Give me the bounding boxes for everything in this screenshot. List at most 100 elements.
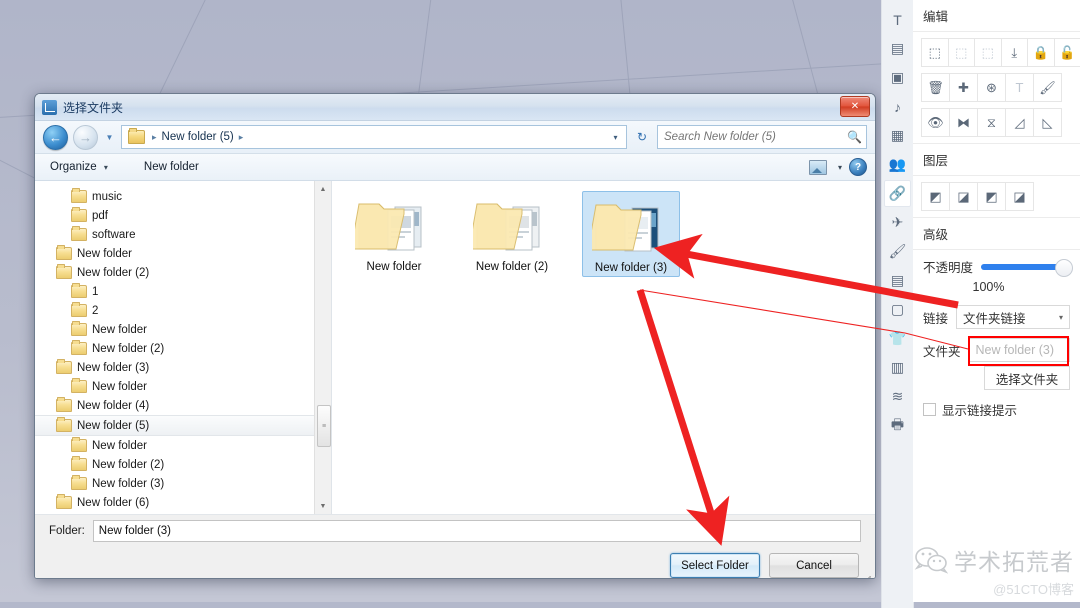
link-type-select[interactable]: 文件夹链接 ▾ xyxy=(956,305,1070,329)
align-right-icon[interactable]: ◺ xyxy=(1033,108,1062,137)
search-input[interactable] xyxy=(662,130,847,144)
send-backward-icon[interactable]: ◪ xyxy=(1005,182,1034,211)
link-type-value: 文件夹链接 xyxy=(963,308,1026,327)
change-view-icon[interactable] xyxy=(809,160,827,175)
dialog-titlebar[interactable]: 选择文件夹 ✕ xyxy=(35,94,875,121)
delete-icon[interactable]: 🗑 xyxy=(921,73,950,102)
tree-item[interactable]: 2 xyxy=(35,301,331,320)
tree-item[interactable]: New folder xyxy=(35,377,331,396)
view-chevron-down-icon[interactable]: ▾ xyxy=(838,163,842,172)
scroll-thumb[interactable]: ≡ xyxy=(317,405,331,447)
tree-item[interactable]: music xyxy=(35,187,331,206)
select-folder-button[interactable]: Select Folder xyxy=(670,553,760,578)
image-tool[interactable]: ▢ xyxy=(884,296,911,323)
folder-thumbnail xyxy=(592,195,670,259)
chart-tool[interactable]: ▦ xyxy=(884,122,911,149)
visibility-icon[interactable]: 👁 xyxy=(921,108,950,137)
reset-icon[interactable]: ⊛ xyxy=(977,73,1006,102)
tree-item[interactable]: New folder (3) xyxy=(35,474,331,493)
search-box[interactable]: 🔍 xyxy=(657,125,867,149)
cancel-button[interactable]: Cancel xyxy=(769,553,859,578)
tree-item[interactable]: New folder xyxy=(35,436,331,455)
tree-item[interactable]: New folder xyxy=(35,320,331,339)
folder-window-icon xyxy=(42,100,57,115)
tree-item-label: music xyxy=(92,191,122,203)
tree-item[interactable]: New folder (2) xyxy=(35,339,331,358)
tree-item-label: New folder (6) xyxy=(77,497,149,509)
file-item[interactable]: New folder (3) xyxy=(582,191,680,277)
organize-label: Organize xyxy=(50,161,97,173)
folder-name-input[interactable]: New folder (3) xyxy=(93,520,861,542)
tree-item[interactable]: New folder xyxy=(35,244,331,263)
back-button[interactable]: ← xyxy=(43,125,68,150)
file-item[interactable]: New folder xyxy=(346,191,442,275)
shirt-tool[interactable]: 👕 xyxy=(884,325,911,352)
opacity-slider-knob[interactable] xyxy=(1055,259,1073,277)
tree-item-label: New folder (3) xyxy=(77,362,149,374)
tree-item-label: pdf xyxy=(92,210,108,222)
add-icon[interactable]: ✚ xyxy=(949,73,978,102)
show-hint-checkbox[interactable] xyxy=(923,403,936,416)
recent-pages-icon[interactable]: ▼ xyxy=(103,126,116,149)
breadcrumb-separator-1[interactable]: ▸ xyxy=(148,132,161,143)
bring-to-front-icon[interactable]: ◩ xyxy=(921,182,950,211)
tree-item[interactable]: software xyxy=(35,225,331,244)
format-brush-icon[interactable]: 🖌 xyxy=(1033,73,1062,102)
brush-tool[interactable]: 🖌 xyxy=(884,238,911,265)
close-button[interactable]: ✕ xyxy=(840,96,870,117)
tree-item[interactable]: pdf xyxy=(35,206,331,225)
unlock-icon[interactable]: 🔓 xyxy=(1054,38,1080,67)
align-left-icon[interactable]: ◿ xyxy=(1005,108,1034,137)
flip-vertical-icon[interactable]: ⧖ xyxy=(977,108,1006,137)
tree-item[interactable]: 1 xyxy=(35,282,331,301)
people-tool[interactable]: 👥 xyxy=(884,151,911,178)
help-icon[interactable]: ? xyxy=(849,158,867,176)
callout-tool[interactable]: ▤ xyxy=(884,35,911,62)
choose-folder-button[interactable]: 选择文件夹 xyxy=(984,366,1070,390)
scroll-down-arrow[interactable]: ▼ xyxy=(315,498,331,514)
folder-field-label: Folder: xyxy=(49,525,85,537)
video-tool[interactable]: ▣ xyxy=(884,64,911,91)
ungroup-icon[interactable]: ⬚ xyxy=(948,38,976,67)
tree-item-label: 1 xyxy=(92,286,98,298)
audio-tool[interactable]: ♪ xyxy=(884,93,911,120)
group-icon[interactable]: ⬚ xyxy=(921,38,949,67)
new-folder-button[interactable]: New folder xyxy=(137,158,206,176)
plane-tool[interactable]: ✈ xyxy=(884,209,911,236)
folder-thumbnail xyxy=(473,194,551,258)
tree-item[interactable]: New folder (6) xyxy=(35,493,331,512)
lock-icon[interactable]: 🔒 xyxy=(1027,38,1055,67)
scroll-up-arrow[interactable]: ▲ xyxy=(315,181,331,197)
bring-forward-icon[interactable]: ◩ xyxy=(977,182,1006,211)
forward-button[interactable]: → xyxy=(73,125,98,150)
save-to-box-icon[interactable]: ⤓ xyxy=(1001,38,1029,67)
resize-grip[interactable] xyxy=(860,576,871,579)
organize-menu[interactable]: Organize ▾ xyxy=(43,158,115,176)
show-hint-row[interactable]: 显示链接提示 xyxy=(913,390,1080,419)
select-all-icon[interactable]: ⬚ xyxy=(974,38,1002,67)
columns-tool[interactable]: ▥ xyxy=(884,354,911,381)
tree-item[interactable]: New folder (3) xyxy=(35,358,331,377)
file-item[interactable]: New folder (2) xyxy=(464,191,560,275)
text-tool[interactable]: T xyxy=(884,6,911,33)
tree-item[interactable]: New folder (4) xyxy=(35,396,331,415)
refresh-icon[interactable]: ↻ xyxy=(632,130,652,144)
layers-tool[interactable]: ≋ xyxy=(884,383,911,410)
print-tool[interactable]: 🖶 xyxy=(884,412,911,439)
tree-item[interactable]: New folder (2) xyxy=(35,455,331,474)
tree-scrollbar[interactable]: ▲ ≡ ▼ xyxy=(314,181,331,514)
text-icon[interactable]: T xyxy=(1005,73,1034,102)
folder-path-input[interactable]: New folder (3) xyxy=(969,338,1070,362)
tree-item[interactable]: New folder (2) xyxy=(35,263,331,282)
opacity-slider[interactable] xyxy=(981,264,1069,270)
link-row: 链接 文件夹链接 ▾ xyxy=(913,298,1080,331)
tree-item[interactable]: New folder (5) xyxy=(35,415,331,436)
breadcrumb-bar[interactable]: ▸ New folder (5) ▸ ▾ xyxy=(121,125,627,149)
send-to-back-icon[interactable]: ◪ xyxy=(949,182,978,211)
breadcrumb-separator-2[interactable]: ▸ xyxy=(235,132,248,143)
flip-horizontal-icon[interactable]: ⧓ xyxy=(949,108,978,137)
link-tool[interactable]: 🔗 xyxy=(884,180,911,207)
breadcrumb-current[interactable]: New folder (5) xyxy=(161,131,235,143)
address-dropdown-icon[interactable]: ▾ xyxy=(607,133,624,142)
folder-row: 文件夹 New folder (3) xyxy=(913,331,1080,364)
